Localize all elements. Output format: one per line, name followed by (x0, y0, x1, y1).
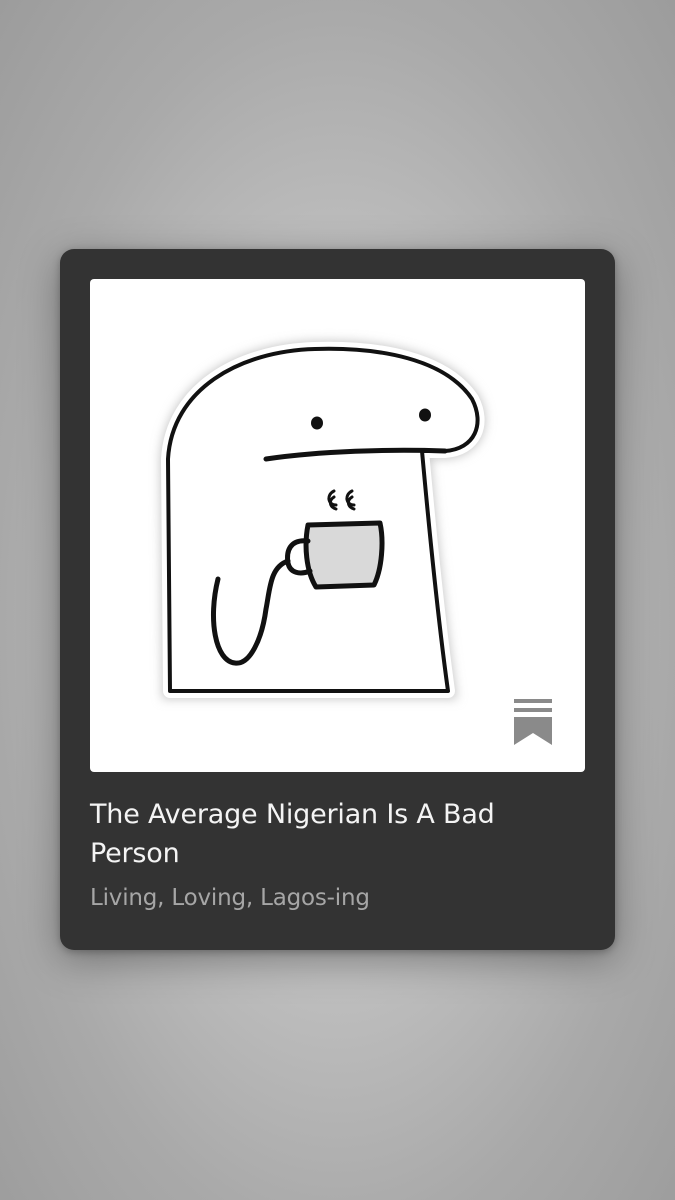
post-title[interactable]: The Average Nigerian Is A Bad Person (90, 795, 560, 873)
right-eye (419, 408, 431, 422)
cup (303, 520, 385, 590)
post-card[interactable]: The Average Nigerian Is A Bad Person Liv… (60, 249, 615, 950)
left-eye (311, 416, 323, 430)
cover-image[interactable] (90, 279, 585, 772)
publication-name[interactable]: Living, Loving, Lagos-ing (90, 883, 370, 913)
bookmark-icon[interactable] (514, 699, 552, 745)
blob-with-coffee-illustration (159, 340, 486, 699)
